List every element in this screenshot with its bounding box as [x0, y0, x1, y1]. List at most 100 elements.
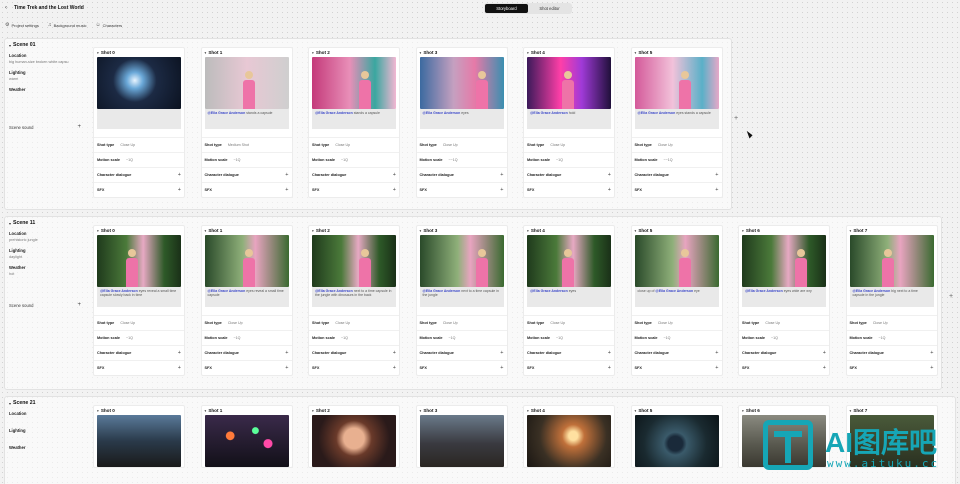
shot-header[interactable]: ▾ Shot 5 — [632, 226, 722, 235]
add-sfx-button[interactable]: + — [500, 365, 503, 371]
add-dialogue-button[interactable]: + — [393, 350, 396, 356]
shot-header[interactable]: ▾ Shot 2 — [309, 226, 399, 235]
shot-thumbnail[interactable] — [634, 57, 719, 109]
character-mention[interactable]: @Ella Grace Anderson — [208, 111, 246, 115]
motion-scale-slider[interactable]: ~1Q — [341, 158, 348, 162]
add-dialogue-button[interactable]: + — [285, 172, 288, 178]
motion-scale-slider[interactable]: ~1Q — [449, 336, 456, 340]
chevron-down-icon[interactable]: ▾ — [527, 229, 529, 233]
shot-header[interactable]: ▾ Shot 4 — [524, 406, 614, 415]
motion-scale-slider[interactable]: ~1Q — [879, 336, 886, 340]
shot-prompt-field[interactable]: @Ella Grace Anderson stands a capsule — [312, 109, 396, 129]
shot-header[interactable]: ▾ Shot 6 — [739, 406, 829, 415]
shot-card[interactable]: ▾ Shot 1 @Ella Grace Anderson eyes reveal … — [200, 225, 293, 376]
shot-header[interactable]: ▾ Shot 1 — [202, 48, 292, 57]
add-sfx-button[interactable]: + — [178, 187, 181, 193]
chevron-down-icon[interactable]: ▾ — [312, 51, 314, 55]
shot-thumbnail[interactable] — [204, 415, 289, 467]
location-field[interactable]: big human-size broken white capsu — [9, 60, 77, 64]
shot-type-select[interactable]: Close Up — [335, 143, 350, 147]
shot-header[interactable]: ▾ Shot 0 — [94, 406, 184, 415]
shot-type-select[interactable]: Medium Shot — [228, 143, 249, 147]
shot-thumbnail[interactable] — [312, 415, 396, 467]
shot-card[interactable]: ▾ Shot 1 @Ella Grace Anderson stands a cap… — [200, 47, 293, 198]
project-settings-button[interactable]: ⚙ Project settings — [5, 22, 39, 28]
add-sfx-button[interactable]: + — [393, 365, 396, 371]
shot-type-select[interactable]: Close Up — [658, 143, 673, 147]
shot-type-select[interactable]: Close Up — [658, 321, 673, 325]
shot-prompt-field[interactable]: @Ella Grace Anderson next to a time caps… — [419, 287, 504, 307]
shot-header[interactable]: ▾ Shot 7 — [847, 406, 937, 415]
motion-scale-slider[interactable]: ~1Q — [126, 158, 133, 162]
add-sfx-button[interactable]: + — [608, 365, 611, 371]
character-mention[interactable]: @Ella Grace Anderson — [638, 111, 676, 115]
shot-thumbnail[interactable] — [527, 235, 611, 287]
shot-card[interactable]: ▾ Shot 3 @Ella Grace Anderson next to a ti… — [415, 225, 508, 376]
shot-type-select[interactable]: Close Up — [120, 321, 135, 325]
shot-card[interactable]: ▾ Shot 4 — [523, 405, 615, 468]
tab-shot-editor[interactable]: Shot editor — [528, 4, 571, 13]
shot-card[interactable]: ▾ Shot 5 close up of @Ella Grace Anderson … — [630, 225, 723, 376]
add-dialogue-button[interactable]: + — [715, 172, 718, 178]
add-shot-button[interactable]: + — [734, 115, 738, 122]
add-dialogue-button[interactable]: + — [285, 350, 288, 356]
shot-thumbnail[interactable] — [97, 235, 181, 287]
motion-scale-slider[interactable]: ~1Q — [234, 158, 241, 162]
location-field[interactable] — [9, 418, 77, 422]
motion-scale-slider[interactable]: ~1Q — [556, 336, 563, 340]
shot-thumbnail[interactable] — [204, 235, 289, 287]
chevron-down-icon[interactable]: ▾ — [635, 51, 637, 55]
chevron-down-icon[interactable]: ▾ — [527, 409, 529, 413]
shot-card[interactable]: ▾ Shot 1 — [200, 405, 293, 468]
shot-card[interactable]: ▾ Shot 3 — [415, 405, 508, 468]
shot-header[interactable]: ▾ Shot 3 — [417, 406, 507, 415]
add-sfx-button[interactable]: + — [178, 365, 181, 371]
add-dialogue-button[interactable]: + — [500, 350, 503, 356]
background-music-button[interactable]: ♫ Background music — [48, 22, 87, 28]
shot-thumbnail[interactable] — [312, 57, 396, 109]
add-scene-sound-button[interactable]: + — [77, 124, 81, 130]
shot-header[interactable]: ▾ Shot 5 — [632, 406, 722, 415]
add-sfx-button[interactable]: + — [500, 187, 503, 193]
shot-type-select[interactable]: Close Up — [550, 321, 565, 325]
shot-prompt-field[interactable] — [97, 109, 181, 129]
shot-prompt-field[interactable]: @Ella Grace Anderson big next to a time … — [849, 287, 934, 307]
chevron-down-icon[interactable]: ▾ — [742, 409, 744, 413]
add-dialogue-button[interactable]: + — [500, 172, 503, 178]
shot-header[interactable]: ▾ Shot 2 — [309, 406, 399, 415]
shot-prompt-field[interactable]: @Ella Grace Anderson eyes — [419, 109, 504, 129]
chevron-down-icon[interactable]: ▾ — [850, 229, 852, 233]
weather-field[interactable] — [9, 94, 77, 98]
shot-type-select[interactable]: Close Up — [443, 321, 458, 325]
shot-card[interactable]: ▾ Shot 5 @Ella Grace Anderson eyes stands … — [630, 47, 723, 198]
add-dialogue-button[interactable]: + — [608, 172, 611, 178]
chevron-down-icon[interactable]: ▾ — [420, 409, 422, 413]
weather-field[interactable] — [9, 452, 77, 456]
add-sfx-button[interactable]: + — [285, 365, 288, 371]
shot-type-select[interactable]: Close Up — [228, 321, 243, 325]
add-sfx-button[interactable]: + — [823, 365, 826, 371]
motion-scale-slider[interactable]: ~~1Q — [664, 158, 673, 162]
shot-thumbnail[interactable] — [849, 235, 934, 287]
chevron-down-icon[interactable]: ▾ — [420, 229, 422, 233]
back-arrow-icon[interactable]: ‹ — [5, 5, 7, 11]
shot-card[interactable]: ▾ Shot 7 @Ella Grace Anderson big next to … — [845, 225, 938, 376]
shot-card[interactable]: ▾ Shot 4 @Ella Grace Anderson eyes Shot typ… — [523, 225, 615, 376]
chevron-down-icon[interactable]: ▾ — [527, 51, 529, 55]
chevron-down-icon[interactable]: ▾ — [205, 229, 207, 233]
motion-scale-slider[interactable]: ~1Q — [126, 336, 133, 340]
shot-card[interactable]: ▾ Shot 2 — [308, 405, 400, 468]
characters-button[interactable]: ☺ Characters — [96, 22, 123, 28]
shot-card[interactable]: ▾ Shot 0 @Ella Grace Anderson eyes reveal … — [93, 225, 185, 376]
shot-prompt-field[interactable]: @Ella Grace Anderson eyes — [527, 287, 611, 307]
chevron-down-icon[interactable]: ▾ — [635, 229, 637, 233]
chevron-down-icon[interactable]: ▾ — [97, 229, 99, 233]
chevron-down-icon[interactable]: ▾ — [97, 51, 99, 55]
shot-prompt-field[interactable]: @Ella Grace Anderson eyes stands a capsu… — [634, 109, 719, 129]
shot-card[interactable]: ▾ Shot 2 @Ella Grace Anderson next to a ti… — [308, 225, 400, 376]
shot-prompt-field[interactable]: @Ella Grace Anderson hold — [527, 109, 611, 129]
add-sfx-button[interactable]: + — [608, 187, 611, 193]
shot-thumbnail[interactable] — [419, 415, 504, 467]
add-dialogue-button[interactable]: + — [823, 350, 826, 356]
character-mention[interactable]: @Ella Grace Anderson — [655, 289, 693, 293]
